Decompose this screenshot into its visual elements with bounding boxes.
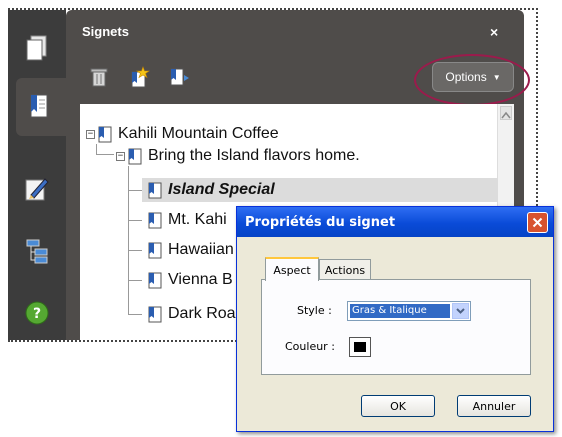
tab-panel-aspect: [261, 279, 531, 375]
dialog-close-button[interactable]: [527, 212, 548, 233]
cancel-button[interactable]: Annuler: [457, 395, 531, 417]
dialog-title: Propriétés du signet: [245, 214, 396, 230]
chevron-down-icon[interactable]: [452, 303, 469, 319]
bookmark-icon: [128, 148, 142, 164]
expand-bookmark-icon[interactable]: [168, 66, 190, 88]
delete-icon[interactable]: [88, 66, 110, 88]
tree-item-label: Vienna B: [168, 271, 233, 288]
tree-item[interactable]: Hawaiian: [148, 238, 234, 262]
tree-item[interactable]: Vienna B: [148, 268, 233, 292]
options-menu-button[interactable]: Options ▼: [432, 62, 514, 92]
tree-item-selected[interactable]: Island Special: [142, 178, 498, 202]
panel-title: Signets: [82, 24, 129, 39]
signatures-button[interactable]: [18, 170, 56, 208]
panel-close-button[interactable]: ×: [490, 24, 498, 40]
chevron-down-icon: ▼: [492, 72, 501, 82]
pages-icon: [26, 35, 47, 61]
collapse-toggle[interactable]: −: [116, 151, 125, 161]
bookmark-icon: [148, 182, 162, 198]
tree-item-label: Kahili Mountain Coffee: [118, 125, 279, 142]
layers-icon: [26, 239, 48, 264]
tree-item[interactable]: − Kahili Mountain Coffee: [86, 122, 279, 146]
tree-item[interactable]: − Bring the Island flavors home.: [116, 144, 360, 168]
tree-item-label: Island Special: [168, 181, 275, 198]
bookmarks-icon: [30, 94, 48, 118]
tree-item[interactable]: Mt. Kahi: [148, 208, 227, 232]
bookmark-icon: [148, 272, 162, 288]
scroll-up-arrow[interactable]: [500, 106, 512, 120]
signatures-icon: [25, 178, 49, 201]
help-glyph: ?: [33, 306, 41, 322]
pages-button[interactable]: [18, 30, 56, 68]
bookmark-properties-dialog: Propriétés du signet Aspect Actions Styl…: [236, 206, 554, 432]
left-navigation-toolbar: ?: [8, 10, 80, 340]
help-icon: ?: [25, 301, 49, 325]
dialog-titlebar[interactable]: Propriétés du signet: [237, 207, 553, 237]
color-picker-button[interactable]: [349, 337, 371, 357]
tree-item-label: Dark Roa: [168, 305, 236, 322]
ok-button[interactable]: OK: [361, 395, 435, 417]
screenshot-border-bottom: [8, 340, 240, 342]
close-icon: [532, 217, 543, 228]
help-button[interactable]: ?: [18, 294, 56, 332]
color-label: Couleur :: [285, 340, 335, 353]
bookmark-icon: [148, 212, 162, 228]
tree-item-label: Mt. Kahi: [168, 211, 227, 228]
style-select[interactable]: Gras & Italique: [347, 301, 471, 321]
tree-item[interactable]: Dark Roa: [148, 302, 236, 326]
bookmark-icon: [148, 306, 162, 322]
tree-item-label: Hawaiian: [168, 241, 234, 258]
bookmark-icon: [98, 126, 112, 142]
style-select-value: Gras & Italique: [350, 304, 450, 318]
tab-actions[interactable]: Actions: [319, 259, 371, 281]
style-label: Style :: [297, 304, 332, 317]
layers-button[interactable]: [18, 232, 56, 270]
tree-item-label: Bring the Island flavors home.: [148, 147, 360, 164]
bookmark-icon: [148, 242, 162, 258]
options-label: Options: [445, 70, 487, 84]
new-bookmark-icon[interactable]: [128, 66, 150, 88]
tab-aspect[interactable]: Aspect: [265, 257, 319, 281]
color-swatch: [354, 342, 366, 352]
collapse-toggle[interactable]: −: [86, 129, 95, 139]
